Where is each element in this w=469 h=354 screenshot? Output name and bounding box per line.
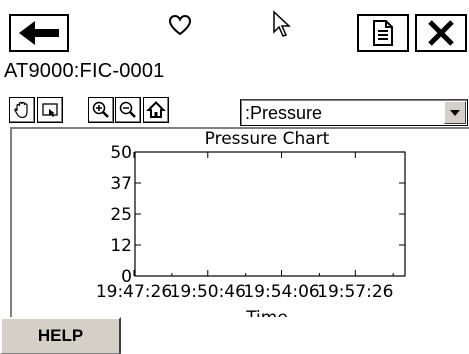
zoom-box-button[interactable]	[37, 97, 63, 123]
chart-title: Pressure Chart	[205, 129, 330, 149]
close-icon	[428, 20, 454, 46]
home-view-button[interactable]	[143, 97, 169, 123]
document-icon	[373, 20, 393, 46]
x-tick-label: 19:47:26	[96, 282, 172, 302]
footer-blank	[121, 317, 469, 354]
pressure-chart: Pressure Chart 012253750 19:47:2619:50:4…	[96, 129, 406, 317]
x-tick-label: 19:50:46	[170, 282, 246, 302]
y-tick-label: 25	[110, 205, 132, 225]
y-tick-label: 50	[110, 143, 132, 163]
y-tick-label: 37	[110, 174, 132, 194]
chevron-down-icon	[450, 109, 460, 116]
tag-title: AT9000:FIC-0001	[4, 60, 165, 82]
zoom-in-button[interactable]	[88, 97, 114, 123]
home-icon	[146, 101, 166, 118]
dropdown-arrow-button[interactable]	[444, 101, 466, 124]
x-axis-label: Time	[245, 308, 288, 317]
help-button[interactable]: HELP	[0, 317, 121, 354]
zoom-box-icon	[42, 103, 58, 117]
x-tick-label: 19:57:26	[317, 282, 393, 302]
chart-area: Pressure Chart 0 12 25 37 50 19:47:26 19:50:4…	[10, 127, 469, 317]
zoom-out-icon	[119, 101, 136, 118]
plot-area	[134, 151, 406, 277]
back-arrow-icon	[19, 21, 59, 45]
x-tick-label: 19:54:06	[243, 282, 319, 302]
favorite-heart-icon[interactable]	[168, 14, 192, 36]
series-select-value: :Pressure	[245, 103, 323, 123]
back-button[interactable]	[9, 14, 69, 52]
zoom-in-icon	[92, 101, 109, 118]
zoom-out-button[interactable]	[115, 97, 141, 123]
pan-icon	[14, 101, 28, 119]
top-bar	[0, 0, 469, 56]
series-select[interactable]: :Pressure	[240, 99, 468, 126]
close-button[interactable]	[415, 14, 467, 52]
pan-tool-button[interactable]	[9, 97, 35, 123]
pointer-cursor-icon	[273, 10, 291, 37]
y-tick-label: 12	[110, 236, 132, 256]
document-button[interactable]	[357, 14, 409, 52]
